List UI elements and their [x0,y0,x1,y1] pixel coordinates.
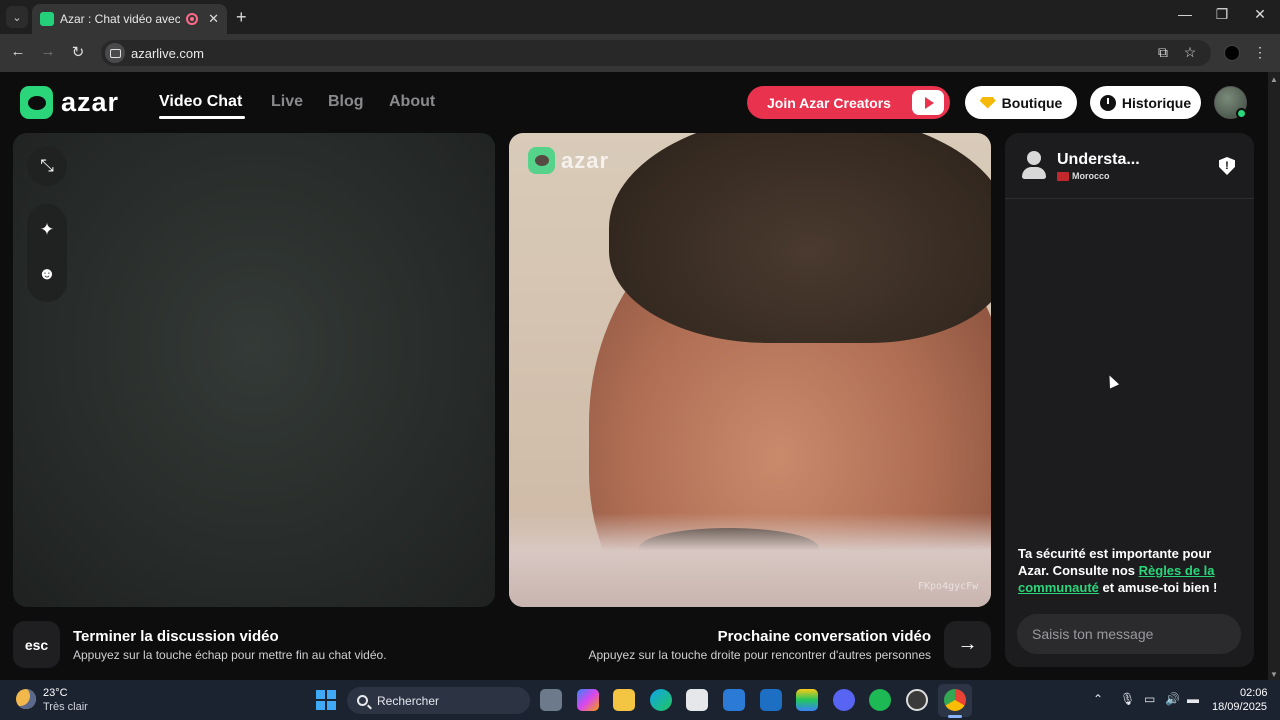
page-scrollbar[interactable] [1268,72,1280,680]
battery-icon[interactable]: ▬ [1187,692,1199,706]
logo-text: azar [61,87,120,117]
nav-video-chat[interactable]: Video Chat [159,93,242,111]
clock-icon [1099,94,1116,111]
effects-toolbar: ✦ ☻ [27,204,67,302]
partner-name[interactable]: Understa... [1057,151,1140,169]
nav-about[interactable]: About [389,93,435,111]
obs-studio-icon[interactable] [906,689,928,711]
copilot-icon[interactable] [577,689,599,711]
vscode-icon[interactable] [723,689,745,711]
remote-person-hair [609,133,991,343]
end-chat-button[interactable]: esc [13,621,60,668]
taskbar-time[interactable]: 02:06 [1240,687,1268,699]
chat-header-divider [1005,198,1254,199]
tab-search-icon[interactable]: ⌄ [6,6,28,28]
partner-country: Morocco [1072,171,1110,181]
taskbar-date[interactable]: 18/09/2025 [1212,701,1267,713]
end-chat-subtitle: Appuyez sur la touche échap pour mettre … [73,648,387,662]
discord-icon[interactable] [833,689,855,711]
video-watermark-id: FKpo4gycFw [918,581,979,592]
collapse-arrows-icon: ⤡ [40,156,54,175]
show-hidden-icons-chevron-icon[interactable]: ⌃ [1093,692,1103,706]
end-chat-title: Terminer la discussion vidéo [73,628,279,645]
nav-blog[interactable]: Blog [328,93,364,111]
taskbar-search[interactable]: Rechercher [347,687,530,714]
next-chat-button[interactable]: → [944,621,991,668]
join-creators-label: Join Azar Creators [767,94,891,111]
local-video-feed [13,133,495,607]
forward-button[interactable]: → [38,43,58,60]
scroll-down-arrow-icon[interactable]: ▼ [1270,670,1278,679]
nav-live[interactable]: Live [271,93,303,111]
microphone-icon[interactable]: 🎙 [1120,692,1135,706]
file-explorer-icon[interactable] [613,689,635,711]
spotify-icon[interactable] [869,689,891,711]
site-info-icon[interactable] [105,43,125,63]
taskbar-search-label: Rechercher [377,693,440,708]
recording-icon [186,13,199,25]
reload-button[interactable]: ↻ [68,43,88,61]
azar-logo[interactable]: azar [20,86,119,119]
task-view-icon[interactable] [540,689,562,711]
remote-video-logo: azar [528,147,609,174]
boutique-button[interactable]: Boutique [965,86,1077,119]
microsoft-store-icon[interactable] [686,689,708,711]
install-app-icon[interactable]: ⧉ [1154,44,1172,61]
active-nav-underline [159,116,245,119]
scroll-up-arrow-icon[interactable]: ▲ [1270,75,1278,84]
search-icon [357,695,368,706]
remote-video-feed [509,133,991,607]
url-text[interactable]: azarlive.com [131,46,204,61]
next-chat-title: Prochaine conversation vidéo [717,628,931,645]
bookmark-star-icon[interactable]: ☆ [1181,44,1199,61]
windows-start-icon[interactable] [316,690,336,710]
browser-menu-icon[interactable]: ⋮ [1251,44,1269,61]
azar-watermark-icon [528,147,555,174]
azar-logo-icon [20,86,53,119]
remote-logo-text: azar [561,147,610,173]
join-creators-button[interactable]: Join Azar Creators [747,86,950,119]
weather-temperature[interactable]: 23°C [43,687,68,699]
avatar-status-badge [1236,108,1247,119]
bluestacks-icon[interactable] [796,689,818,711]
morocco-flag-icon [1057,172,1069,181]
minimize-window-button[interactable]: — [1170,6,1200,22]
message-input[interactable] [1017,614,1241,654]
outlook-icon[interactable] [760,689,782,711]
minimize-screen-button[interactable]: ⤡ [27,146,67,186]
maximize-window-button[interactable]: ❐ [1207,6,1237,23]
history-button[interactable]: Historique [1090,86,1201,119]
partner-avatar-icon[interactable] [1021,151,1047,179]
tab-title: Azar : Chat vidéo avec de n [60,12,181,26]
active-app-indicator [948,715,962,718]
sparkle-effects-icon[interactable]: ✦ [27,220,67,240]
chrome-icon[interactable] [944,689,966,711]
windows-taskbar [0,680,1280,720]
browser-profile-avatar[interactable] [1224,45,1240,61]
azar-favicon-icon [40,12,54,26]
close-tab-icon[interactable]: ✕ [208,11,219,27]
volume-icon[interactable]: 🔊 [1165,692,1180,706]
next-chat-subtitle: Appuyez sur la touche droite pour rencon… [588,648,932,662]
arrow-right-icon: → [957,633,978,655]
remote-person-shirt [509,513,991,607]
weather-moon-icon[interactable] [16,689,36,709]
history-label: Historique [1121,94,1192,111]
address-bar[interactable] [101,40,1211,66]
safety-notice: Ta sécurité est importante pour Azar. Co… [1018,545,1244,596]
browser-tab[interactable]: Azar : Chat vidéo avec de n ✕ [32,4,227,34]
new-tab-button[interactable]: + [236,7,247,28]
face-mask-icon[interactable]: ☻ [27,264,67,284]
boutique-label: Boutique [1001,94,1063,111]
back-button[interactable]: ← [8,43,28,60]
youtube-play-icon [912,90,944,115]
safety-text-after: et amuse-toi bien ! [1098,580,1218,595]
network-icon[interactable]: ▭ [1144,692,1155,706]
close-window-button[interactable]: ✕ [1245,6,1275,23]
edge-browser-icon[interactable] [650,689,672,711]
gem-icon [979,96,996,109]
weather-condition[interactable]: Très clair [43,701,88,713]
